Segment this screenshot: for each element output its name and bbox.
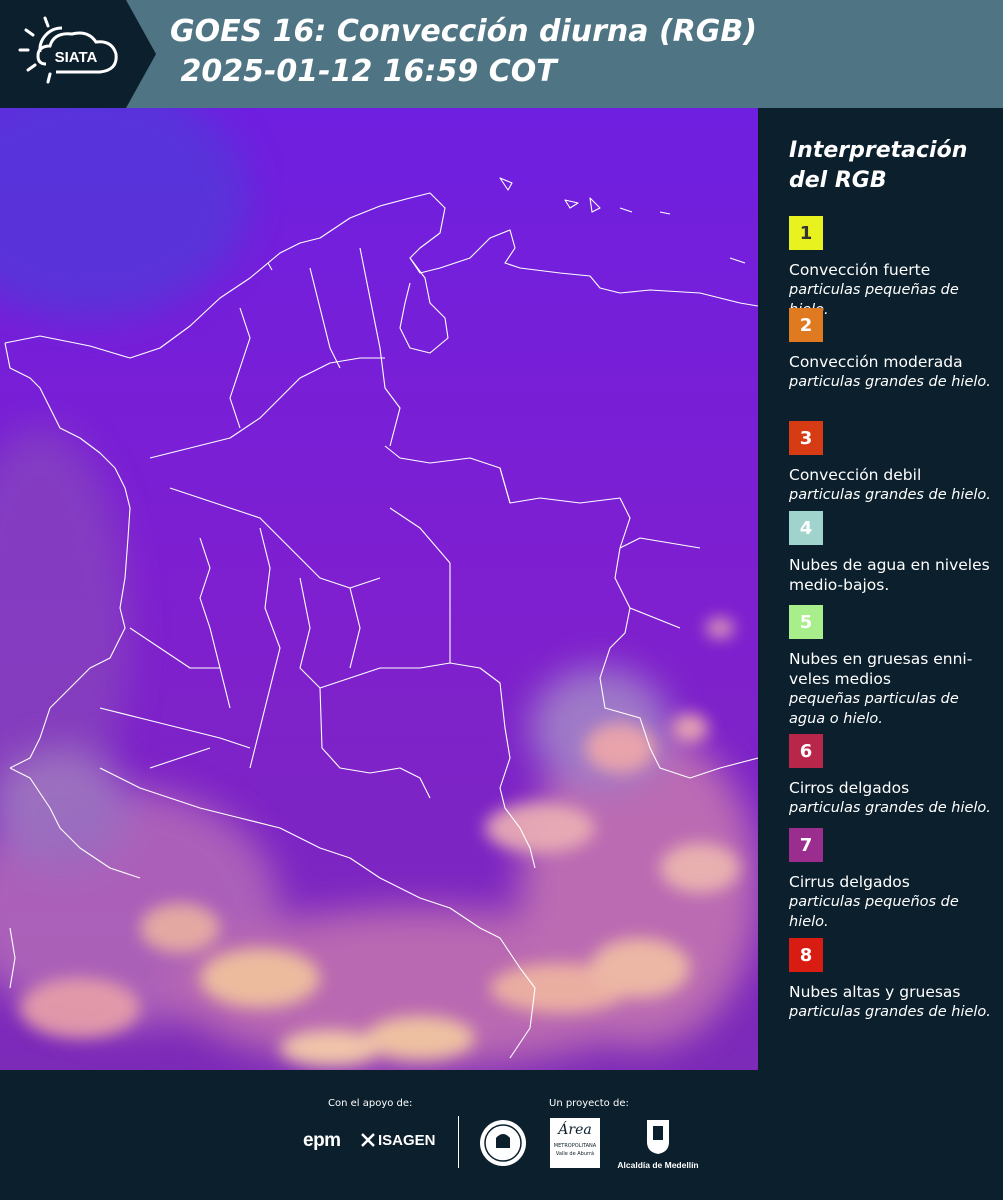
legend-desc-6: particulas grandes de hielo. [789, 800, 991, 816]
support-label: Con el apoyo de: [328, 1098, 413, 1109]
legend-desc-8: particulas grandes de hielo. [789, 1004, 991, 1020]
legend-item-5: 5 Nubes en gruesas enni-veles medios peq… [789, 605, 999, 729]
siata-logo: SIATA [0, 0, 156, 108]
legend-label-5: Nubes en gruesas enni-veles medios [789, 650, 973, 688]
legend-item-2: 2 Convección moderada particulas grandes… [789, 308, 999, 392]
legend-desc-7: particulas pequeños de hielo. [789, 894, 959, 930]
title-line-1: GOES 16: Convección diurna (RGB) [170, 14, 757, 49]
legend-item-6: 6 Cirros delgados particulas grandes de … [789, 734, 999, 818]
legend-desc-2: particulas grandes de hielo. [789, 374, 991, 390]
legend-number-5: 5 [799, 611, 813, 633]
legend-swatch-7: 7 [789, 828, 823, 862]
medellin-shield-icon [647, 1120, 669, 1154]
header-bar: SIATA GOES 16: Convección diurna (RGB) 2… [0, 0, 1003, 108]
legend-item-7: 7 Cirrus delgados particulas pequeños de… [789, 828, 999, 932]
legend-number-7: 7 [799, 834, 813, 856]
satellite-map[interactable] [0, 108, 758, 1070]
amva-name: Área [558, 1122, 592, 1138]
legend-panel: Interpretación del RGB 1 Convección fuer… [760, 108, 1003, 1070]
legend-number-2: 2 [799, 314, 813, 336]
legend-number-4: 4 [799, 517, 813, 539]
amva-sub2: Valle de Aburrá [555, 1151, 595, 1157]
amva-sub1: METROPOLITANA [553, 1143, 597, 1149]
svg-text:SIATA: SIATA [55, 49, 98, 66]
legend-swatch-1: 1 [789, 216, 823, 250]
area-metropolitana-logo: Área METROPOLITANA Valle de Aburrá [550, 1118, 600, 1168]
project-label: Un proyecto de: [549, 1098, 629, 1109]
legend-label-8: Nubes altas y gruesas [789, 983, 961, 1001]
legend-number-8: 8 [799, 944, 813, 966]
antioquia-seal-icon [478, 1118, 528, 1172]
footer-bar: Con el apoyo de: Un proyecto de: epm ISA… [0, 1070, 1003, 1200]
footer-divider [458, 1116, 459, 1168]
legend-desc-5: pequeñas particulas de agua o hielo. [789, 691, 959, 727]
legend-label-3: Convección debil [789, 466, 922, 484]
legend-number-3: 3 [799, 427, 813, 449]
legend-label-7: Cirrus delgados [789, 873, 910, 891]
legend-label-1: Convección fuerte [789, 261, 931, 279]
legend-number-1: 1 [799, 222, 813, 244]
isagen-mark-icon [361, 1133, 375, 1147]
legend-label-2: Convección moderada [789, 353, 963, 371]
legend-swatch-3: 3 [789, 421, 823, 455]
legend-label-6: Cirros delgados [789, 779, 910, 797]
legend-swatch-2: 2 [789, 308, 823, 342]
isagen-text: ISAGEN [378, 1131, 436, 1149]
legend-item-3: 3 Convección debil particulas grandes de… [789, 421, 999, 505]
legend-number-6: 6 [799, 740, 813, 762]
legend-swatch-6: 6 [789, 734, 823, 768]
page-title: GOES 16: Convección diurna (RGB) 2025-01… [170, 12, 757, 92]
alcaldia-medellin-logo: Alcaldía de Medellín [612, 1118, 704, 1170]
legend-swatch-8: 8 [789, 938, 823, 972]
legend-item-8: 8 Nubes altas y gruesas particulas grand… [789, 938, 999, 1022]
legend-desc-3: particulas grandes de hielo. [789, 487, 991, 503]
legend-item-1: 1 Convección fuerte particulas pequeñas … [789, 216, 999, 320]
epm-logo: epm [303, 1130, 341, 1151]
legend-title: Interpretación del RGB [789, 138, 968, 193]
legend-label-4: Nubes de agua en niveles medio-bajos. [789, 556, 990, 594]
legend-swatch-5: 5 [789, 605, 823, 639]
legend-item-4: 4 Nubes de agua en niveles medio-bajos. [789, 511, 999, 595]
alcaldia-text: Alcaldía de Medellín [617, 1160, 699, 1170]
legend-swatch-4: 4 [789, 511, 823, 545]
isagen-logo: ISAGEN [360, 1130, 436, 1150]
title-line-2: 2025-01-12 16:59 COT [170, 54, 557, 89]
